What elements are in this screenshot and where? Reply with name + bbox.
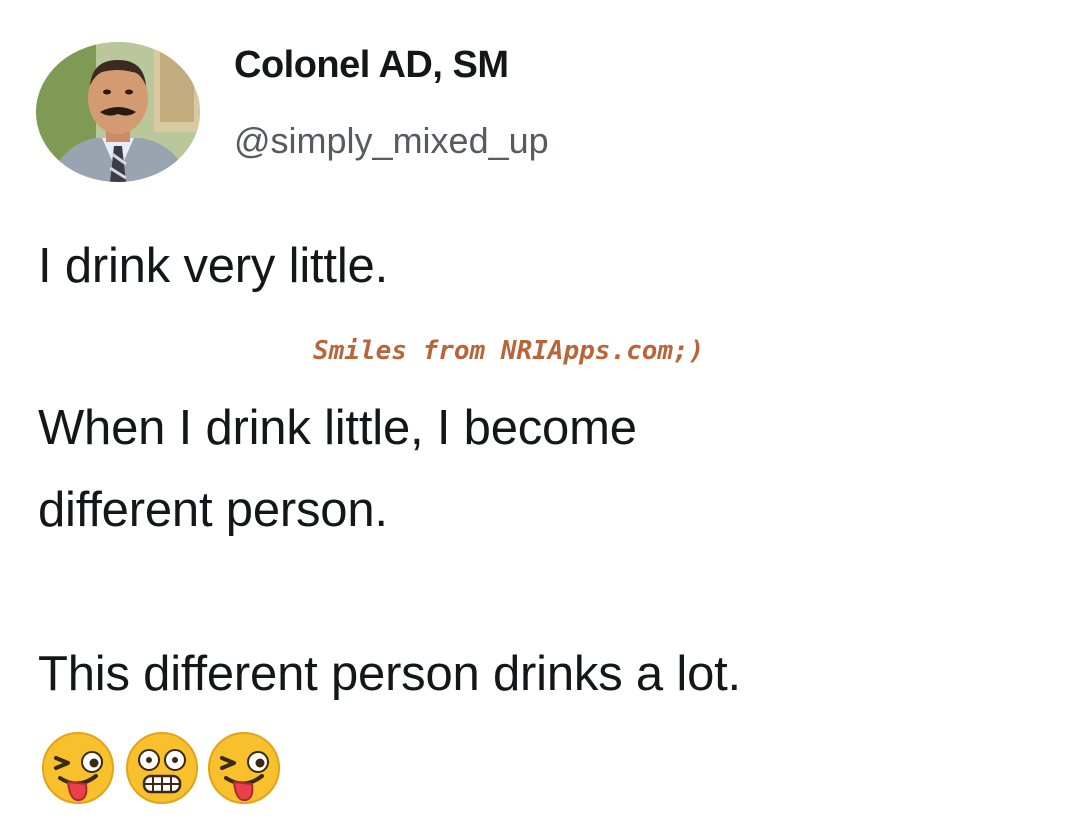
author-display-name[interactable]: Colonel AD, SM: [234, 44, 509, 87]
avatar[interactable]: [36, 42, 200, 182]
grimacing-face-icon: [126, 732, 198, 804]
tweet-text-line: I drink very little.: [38, 239, 388, 293]
zany-face-icon: [208, 732, 280, 804]
author-handle[interactable]: @simply_mixed_up: [234, 120, 549, 162]
zany-face-icon: [42, 732, 114, 804]
tweet-text-line: This different person drinks a lot.: [38, 647, 741, 701]
watermark-text: Smiles from NRIApps.com;): [313, 336, 705, 366]
tweet-text-line: When I drink little, I become: [38, 401, 637, 455]
emoji-row: [40, 730, 300, 810]
avatar-photo: [36, 42, 200, 182]
tweet-text-line: different person.: [38, 483, 388, 537]
tweet-card: Colonel AD, SM @simply_mixed_up I drink …: [0, 0, 1080, 822]
